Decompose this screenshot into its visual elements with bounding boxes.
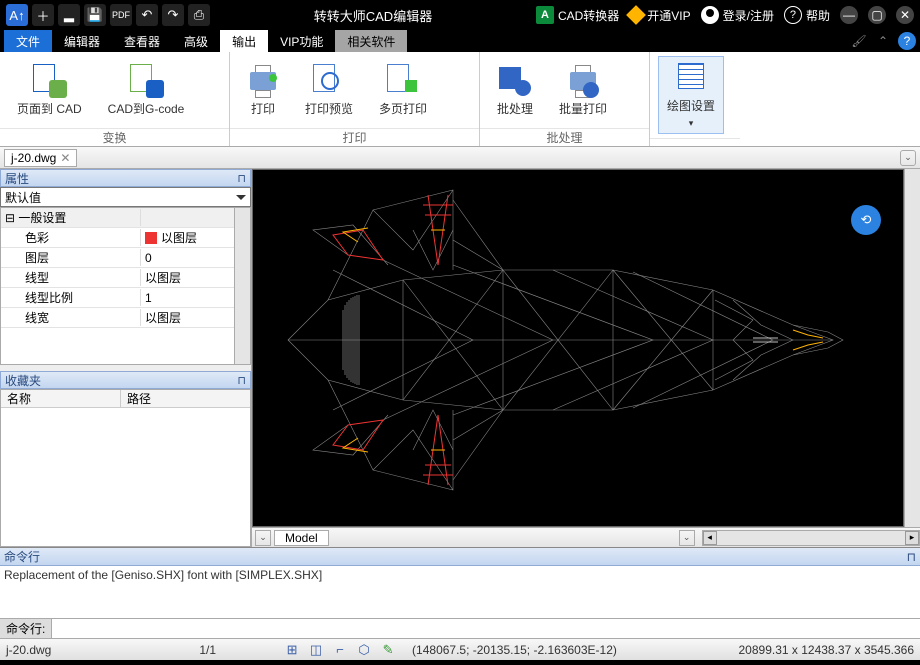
ribbon: 页面到 CAD CAD到G-code 变换 打印 打印预览 多页打印 打印 批处… [0, 52, 920, 147]
style-icon[interactable]: 🖌 [850, 32, 868, 50]
layout-prev-icon[interactable]: ⌄ [255, 530, 271, 546]
vip-button[interactable]: 开通VIP [629, 7, 690, 24]
close-tab-icon[interactable]: ✕ [60, 151, 70, 165]
converter-button[interactable]: ACAD转换器 [536, 6, 619, 24]
collapse-icon[interactable]: ⌃ [874, 32, 892, 50]
file-tab[interactable]: j-20.dwg✕ [4, 149, 77, 167]
fav-columns: 名称路径 [1, 390, 250, 408]
menu-bar: 文件 编辑器 查看器 高级 输出 VIP功能 相关软件 🖌 ⌃ ? [0, 30, 920, 52]
draw-settings-button[interactable]: 绘图设置▾ [658, 56, 724, 134]
pin-icon[interactable]: ⊓ [907, 550, 916, 564]
tab-vip[interactable]: VIP功能 [268, 30, 335, 52]
status-page: 1/1 [199, 643, 216, 657]
save-icon[interactable]: 💾 [84, 4, 106, 26]
maximize-button[interactable]: ▢ [868, 6, 886, 24]
status-coord: (148067.5; -20135.15; -2.163603E-12) [412, 643, 617, 657]
tab-file[interactable]: 文件 [4, 30, 52, 52]
scrollbar[interactable] [234, 208, 250, 364]
prop-row[interactable]: 线型以图层 [1, 268, 250, 288]
command-input[interactable] [52, 619, 920, 638]
page-to-cad-button[interactable]: 页面到 CAD [8, 59, 91, 122]
command-line: 命令行: [0, 618, 920, 638]
batch-print-button[interactable]: 批量打印 [550, 59, 616, 122]
polar-icon[interactable]: ⬡ [356, 642, 372, 658]
tab-output[interactable]: 输出 [220, 30, 268, 52]
drawing-canvas[interactable]: ⟲ [252, 169, 904, 527]
command-header: 命令行⊓ [0, 548, 920, 566]
grid-icon[interactable]: ⊞ [284, 642, 300, 658]
group-batch: 批处理 [480, 128, 649, 146]
model-bar: ⌄ Model ⌄ ◂▸ [252, 527, 920, 547]
tab-advanced[interactable]: 高级 [172, 30, 220, 52]
help-icon[interactable]: ? [898, 32, 916, 50]
minimize-button[interactable]: — [840, 6, 858, 24]
prop-group[interactable]: ⊟ 一般设置 [1, 208, 250, 228]
default-combo[interactable]: 默认值 [0, 187, 251, 207]
prop-row[interactable]: 色彩以图层 [1, 228, 250, 248]
undo-icon[interactable]: ↶ [136, 4, 158, 26]
multipage-print-button[interactable]: 多页打印 [370, 59, 436, 122]
osnap-icon[interactable]: ✎ [380, 642, 396, 658]
favorites-header: 收藏夹⊓ [0, 371, 251, 389]
login-button[interactable]: 登录/注册 [701, 6, 774, 24]
window-title: 转转大师CAD编辑器 [210, 6, 536, 25]
tab-editor[interactable]: 编辑器 [52, 30, 112, 52]
hscrollbar[interactable]: ◂▸ [702, 530, 920, 546]
pin-icon[interactable]: ⊓ [237, 374, 246, 387]
titlebar: A↑ ＋ ▂ 💾 PDF ↶ ↷ ⎙ 转转大师CAD编辑器 ACAD转换器 开通… [0, 0, 920, 30]
print-preview-button[interactable]: 打印预览 [296, 59, 362, 122]
close-button[interactable]: ✕ [896, 6, 914, 24]
cad-to-gcode-button[interactable]: CAD到G-code [99, 59, 194, 122]
command-output: Replacement of the [Geniso.SHX] font wit… [0, 566, 920, 618]
model-tab[interactable]: Model [274, 530, 329, 546]
pdf-icon[interactable]: PDF [110, 4, 132, 26]
pin-icon[interactable]: ⊓ [237, 172, 246, 185]
snap-icon[interactable]: ◫ [308, 642, 324, 658]
file-tab-bar: j-20.dwg✕ ⌄ [0, 147, 920, 169]
batch-button[interactable]: 批处理 [488, 59, 542, 122]
prop-row[interactable]: 线宽以图层 [1, 308, 250, 328]
favorites-list: 名称路径 [0, 389, 251, 547]
status-file: j-20.dwg [6, 643, 51, 657]
app-logo: A↑ [6, 4, 28, 26]
open-icon[interactable]: ▂ [58, 4, 80, 26]
command-label: 命令行: [0, 619, 52, 638]
print-icon[interactable]: ⎙ [188, 4, 210, 26]
print-button[interactable]: 打印 [238, 59, 288, 122]
prop-row[interactable]: 线型比例1 [1, 288, 250, 308]
status-extents: 20899.31 x 12438.37 x 3545.366 [739, 643, 915, 657]
properties-list: ⊟ 一般设置 色彩以图层 图层0 线型以图层 线型比例1 线宽以图层 [0, 207, 251, 365]
properties-header: 属性⊓ [0, 169, 251, 187]
group-print: 打印 [230, 128, 479, 146]
status-bar: j-20.dwg 1/1 ⊞ ◫ ⌐ ⬡ ✎ (148067.5; -20135… [0, 638, 920, 660]
prop-row[interactable]: 图层0 [1, 248, 250, 268]
ortho-icon[interactable]: ⌐ [332, 642, 348, 658]
tab-related[interactable]: 相关软件 [335, 30, 407, 52]
new-icon[interactable]: ＋ [32, 4, 54, 26]
tab-viewer[interactable]: 查看器 [112, 30, 172, 52]
layout-next-icon[interactable]: ⌄ [679, 530, 695, 546]
tab-dropdown-icon[interactable]: ⌄ [900, 150, 916, 166]
help-button[interactable]: ?帮助 [784, 6, 830, 24]
redo-icon[interactable]: ↷ [162, 4, 184, 26]
group-transform: 变换 [0, 128, 229, 146]
vscrollbar[interactable] [904, 169, 920, 527]
